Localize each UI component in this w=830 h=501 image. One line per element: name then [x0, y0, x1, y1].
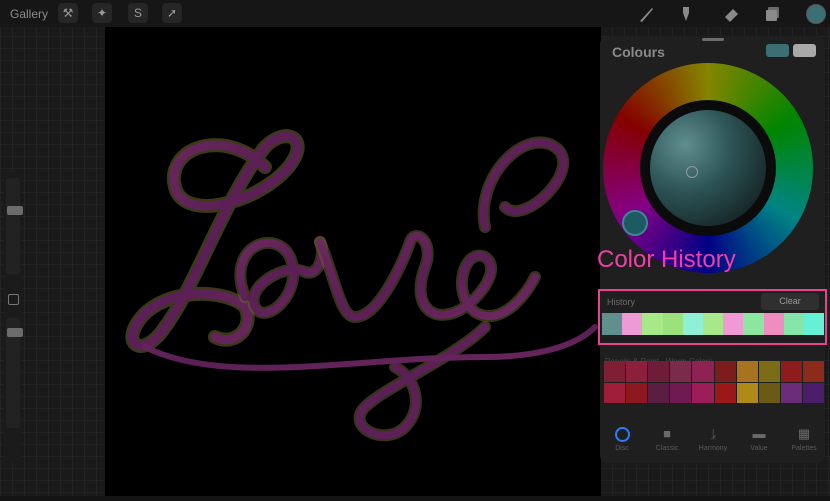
panel-grabber[interactable] [702, 38, 724, 41]
history-swatch[interactable] [602, 313, 623, 335]
history-swatch[interactable] [662, 313, 683, 335]
history-swatch[interactable] [763, 313, 784, 335]
history-swatch[interactable] [642, 313, 663, 335]
palette-swatch[interactable] [648, 361, 670, 382]
palette-swatch[interactable] [802, 382, 824, 403]
current-color-button[interactable] [806, 4, 826, 24]
brush-icon[interactable] [636, 3, 658, 25]
palette-swatch[interactable] [670, 382, 692, 403]
palette-swatch[interactable] [758, 382, 780, 403]
tab-disc[interactable]: Disc [600, 425, 644, 452]
primary-color-swatch[interactable] [766, 44, 789, 57]
disc-icon [600, 425, 644, 443]
history-swatches [602, 313, 825, 335]
gallery-button[interactable]: Gallery [10, 7, 48, 21]
brush-size-slider[interactable] [6, 178, 23, 274]
tab-value-label: Value [750, 445, 768, 452]
tab-harmony-label: Harmony [698, 445, 728, 452]
palette-swatch[interactable] [692, 361, 714, 382]
palette-swatch[interactable] [604, 382, 626, 403]
history-swatch[interactable] [702, 313, 724, 335]
palette-swatch[interactable] [736, 382, 758, 403]
grid-icon: ▦ [797, 426, 811, 441]
history-swatch[interactable] [803, 313, 825, 335]
tab-disc-label: Disc [615, 445, 629, 452]
history-swatch[interactable] [723, 313, 744, 335]
palette-swatch[interactable] [802, 361, 824, 382]
history-swatch[interactable] [682, 313, 703, 335]
tab-classic[interactable]: ■ Classic [645, 425, 689, 452]
history-swatch[interactable] [622, 313, 643, 335]
wrench-icon[interactable]: ⚒ [58, 3, 78, 23]
love-lettering [125, 129, 598, 442]
saturation-knob[interactable] [686, 166, 698, 178]
palette-swatch[interactable] [670, 361, 692, 382]
square-icon: ■ [663, 426, 671, 441]
value-sliders-icon: ▬ [752, 426, 766, 441]
selection-s-icon[interactable]: S [128, 3, 148, 23]
palette-swatch[interactable] [648, 382, 670, 403]
opacity-handle[interactable] [7, 328, 23, 337]
tab-harmony[interactable]: ⥕ Harmony [691, 425, 735, 452]
secondary-color-swatch[interactable] [793, 44, 816, 57]
top-toolbar: Gallery ⚒ ✦ S ➚ [0, 0, 830, 27]
opacity-slider[interactable] [6, 318, 23, 428]
hue-knob[interactable] [622, 210, 648, 236]
modify-button[interactable] [8, 294, 19, 305]
palette-swatch[interactable] [604, 361, 626, 382]
palette-swatch[interactable] [626, 382, 648, 403]
saturation-disc[interactable] [650, 110, 766, 226]
left-sidebar [4, 172, 23, 462]
brush-size-handle[interactable] [7, 206, 23, 215]
palette-swatch[interactable] [692, 382, 714, 403]
tab-palettes-label: Palettes [791, 445, 817, 452]
palette-swatch[interactable] [780, 361, 802, 382]
history-swatch[interactable] [783, 313, 804, 335]
smudge-icon[interactable] [675, 3, 697, 25]
layers-icon[interactable] [762, 3, 784, 25]
drawing-canvas[interactable] [105, 27, 601, 496]
history-title: History [607, 297, 636, 307]
palette-swatch[interactable] [714, 382, 736, 403]
history-swatch[interactable] [743, 313, 764, 335]
eraser-icon[interactable] [720, 3, 742, 25]
tab-value[interactable]: ▬ Value [737, 425, 781, 452]
tab-palettes[interactable]: ▦ Palettes [782, 425, 826, 452]
palette-swatch[interactable] [780, 382, 802, 403]
arrow-cursor-icon[interactable]: ➚ [162, 3, 182, 23]
clear-history-button[interactable]: Clear [761, 293, 819, 310]
harmony-icon: ⥕ [709, 426, 717, 441]
palette-swatch[interactable] [758, 361, 780, 382]
palette-swatch[interactable] [736, 361, 758, 382]
color-history-annotation: Color History [597, 246, 736, 273]
tab-classic-label: Classic [655, 445, 679, 452]
palette-grid [604, 361, 824, 403]
palette-swatch[interactable] [626, 361, 648, 382]
palette-swatch[interactable] [714, 361, 736, 382]
magic-wand-icon[interactable]: ✦ [92, 3, 112, 23]
panel-title: Colours [612, 44, 665, 60]
colour-mode-tabs: Disc ■ Classic ⥕ Harmony ▬ Value ▦ Palet… [600, 425, 825, 461]
